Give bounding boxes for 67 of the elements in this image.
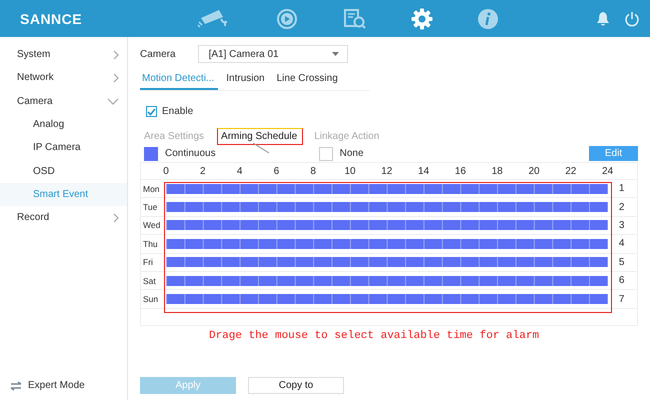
day-label: Wed	[142, 220, 162, 230]
day-number: 5	[618, 256, 626, 268]
chevron-right-icon	[113, 50, 119, 60]
day-label: Tue	[142, 202, 158, 212]
hour-label: 2	[200, 166, 206, 177]
swap-icon	[10, 380, 22, 390]
hour-label: 22	[565, 166, 576, 177]
enable-label: Enable	[162, 106, 194, 117]
expert-mode-link[interactable]: Expert Mode	[28, 380, 85, 391]
hour-label: 8	[310, 166, 316, 177]
schedule-bar[interactable]	[166, 276, 608, 286]
sidebar-subitem[interactable]: Analog	[0, 112, 127, 136]
leader-line	[252, 142, 270, 154]
search-icon[interactable]	[343, 8, 367, 30]
legend-label: Continuous	[165, 148, 216, 159]
sidebar-subitem[interactable]: OSD	[0, 159, 127, 183]
camera-icon[interactable]	[197, 8, 229, 30]
instruction-text: Drage the mouse to select available time for alarm	[208, 330, 540, 342]
hour-label: 20	[528, 166, 540, 177]
sidebar-item[interactable]: Record	[0, 206, 127, 230]
hour-label: 4	[236, 166, 242, 177]
schedule-bar[interactable]	[166, 184, 608, 194]
copy-button[interactable]: Copy to	[248, 377, 344, 394]
day-number: 1	[618, 183, 626, 194]
info-icon[interactable]	[477, 8, 499, 30]
subtab[interactable]: Arming Schedule	[217, 128, 304, 145]
day-number: 4	[618, 238, 626, 250]
hour-label: 0	[163, 166, 169, 177]
schedule-bar[interactable]	[166, 238, 608, 249]
hour-label: 12	[381, 166, 392, 177]
hour-label: 24	[602, 166, 614, 177]
legend-label: None	[340, 148, 364, 159]
tab[interactable]: Intrusion	[224, 68, 269, 90]
power-icon[interactable]	[624, 10, 640, 26]
schedule-bar[interactable]	[166, 202, 608, 212]
sidebar-subitem[interactable]: IP Camera	[0, 136, 127, 160]
schedule-bar[interactable]	[166, 257, 608, 268]
day-number: 3	[618, 220, 626, 231]
day-label: Sun	[142, 294, 160, 304]
chevron-right-icon	[113, 72, 119, 83]
schedule-grid[interactable]: 0 2 4 6 8 10 12 14 16 18 20 22 24 Mon 1 Tue 2 Wed 3 Thu 4 Fri 5 Sat 6 Sun 7	[140, 162, 638, 326]
hour-label: 14	[418, 166, 430, 177]
hour-label: 10	[344, 166, 356, 177]
caret-icon	[332, 52, 339, 56]
schedule-bar[interactable]	[166, 294, 608, 304]
enable-checkbox[interactable]	[146, 106, 157, 117]
day-number: 2	[618, 202, 626, 213]
sidebar-item[interactable]: Camera	[0, 90, 127, 113]
camera-select[interactable]: [A1] Camera 01	[198, 45, 348, 63]
day-number: 7	[618, 294, 626, 305]
hour-label: 18	[492, 166, 503, 177]
day-number: 6	[618, 275, 626, 286]
chevron-down-icon	[107, 98, 119, 105]
day-label: Fri	[142, 257, 154, 268]
sidebar-item[interactable]: System	[0, 43, 127, 66]
day-label: Thu	[142, 238, 159, 249]
sidebar-item[interactable]: Network	[0, 66, 127, 90]
schedule-bar[interactable]	[166, 220, 608, 230]
chevron-right-icon	[113, 212, 119, 223]
hour-label: 16	[454, 166, 466, 177]
day-label: Mon	[142, 184, 161, 194]
logo: SANNCE	[20, 10, 84, 26]
day-label: Sat	[142, 276, 157, 286]
hour-label: 6	[274, 166, 280, 177]
camera-label: Camera	[140, 48, 176, 60]
bell-icon[interactable]	[596, 10, 610, 26]
tab[interactable]: Line Crossing	[274, 68, 342, 90]
